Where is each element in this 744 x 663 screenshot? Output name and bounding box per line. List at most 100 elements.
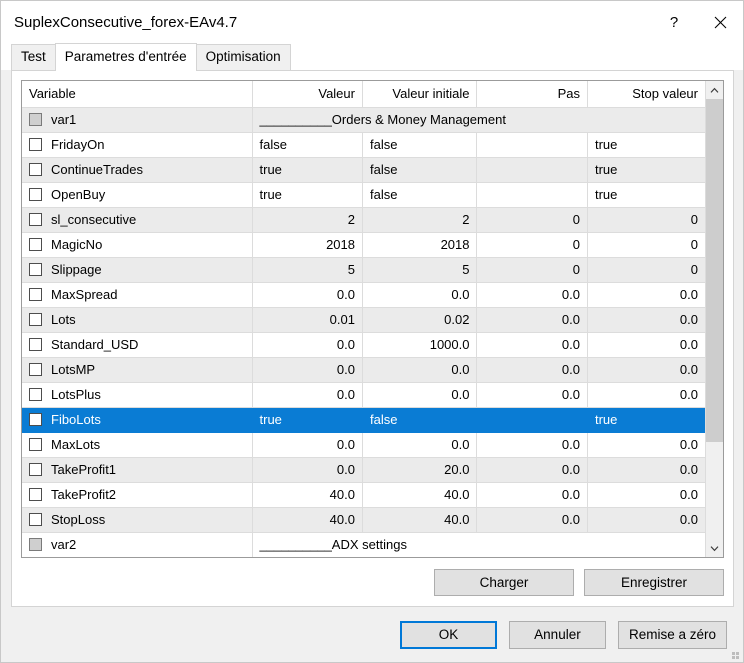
row-value-cell[interactable]: 0.0 (252, 357, 362, 382)
table-row[interactable]: MagicNo2018201800 (22, 232, 705, 257)
tab-parametres-dentree[interactable]: Parametres d'entrée (55, 43, 197, 71)
row-checkbox[interactable] (29, 113, 42, 126)
ok-button[interactable]: OK (400, 621, 497, 649)
enregistrer-button[interactable]: Enregistrer (584, 569, 724, 596)
row-initial-cell[interactable]: 0.0 (362, 432, 477, 457)
column-header-stop-valeur[interactable]: Stop valeur (587, 81, 705, 107)
column-header-pas[interactable]: Pas (477, 81, 587, 107)
row-checkbox[interactable] (29, 538, 42, 551)
row-step-cell[interactable]: 0.0 (477, 382, 587, 407)
row-checkbox[interactable] (29, 188, 42, 201)
table-row[interactable]: MaxLots0.00.00.00.0 (22, 432, 705, 457)
table-row[interactable]: Lots0.010.020.00.0 (22, 307, 705, 332)
close-icon[interactable] (697, 1, 743, 43)
row-stop-cell[interactable]: 0.0 (587, 432, 705, 457)
row-step-cell[interactable]: 0 (477, 207, 587, 232)
row-step-cell[interactable] (477, 407, 587, 432)
table-row[interactable]: StopLoss40.040.00.00.0 (22, 507, 705, 532)
row-initial-cell[interactable]: false (362, 182, 477, 207)
table-row[interactable]: LotsMP0.00.00.00.0 (22, 357, 705, 382)
row-initial-cell[interactable]: 40.0 (362, 507, 477, 532)
row-checkbox[interactable] (29, 363, 42, 376)
row-checkbox[interactable] (29, 213, 42, 226)
scrollbar-track[interactable] (706, 99, 723, 539)
row-step-cell[interactable]: 0.0 (477, 307, 587, 332)
row-stop-cell[interactable]: 0 (587, 232, 705, 257)
row-value-cell[interactable]: 0.0 (252, 332, 362, 357)
row-value-cell[interactable]: 2 (252, 207, 362, 232)
row-step-cell[interactable]: 0.0 (477, 482, 587, 507)
row-stop-cell[interactable]: 0.0 (587, 382, 705, 407)
row-stop-cell[interactable]: true (587, 157, 705, 182)
row-step-cell[interactable]: 0.0 (477, 357, 587, 382)
row-value-cell[interactable]: true (252, 157, 362, 182)
row-step-cell[interactable]: 0.0 (477, 507, 587, 532)
row-value-cell[interactable]: 0.0 (252, 432, 362, 457)
row-step-cell[interactable]: 0 (477, 257, 587, 282)
row-checkbox[interactable] (29, 463, 42, 476)
row-step-cell[interactable]: 0.0 (477, 432, 587, 457)
row-initial-cell[interactable]: 0.0 (362, 357, 477, 382)
row-checkbox[interactable] (29, 163, 42, 176)
row-stop-cell[interactable]: 0 (587, 257, 705, 282)
table-row[interactable]: ContinueTradestruefalsetrue (22, 157, 705, 182)
row-initial-cell[interactable]: 2 (362, 207, 477, 232)
row-stop-cell[interactable]: 0.0 (587, 457, 705, 482)
row-initial-cell[interactable]: 5 (362, 257, 477, 282)
row-stop-cell[interactable]: 0.0 (587, 357, 705, 382)
row-step-cell[interactable] (477, 182, 587, 207)
table-row[interactable]: var2__________ADX settings (22, 532, 705, 557)
column-header-variable[interactable]: Variable (22, 81, 252, 107)
row-initial-cell[interactable]: 1000.0 (362, 332, 477, 357)
row-value-cell[interactable]: 40.0 (252, 482, 362, 507)
row-step-cell[interactable]: 0.0 (477, 282, 587, 307)
row-value-cell[interactable]: 2018 (252, 232, 362, 257)
row-value-cell[interactable]: true (252, 407, 362, 432)
row-initial-cell[interactable]: 20.0 (362, 457, 477, 482)
row-stop-cell[interactable]: 0.0 (587, 482, 705, 507)
row-initial-cell[interactable]: false (362, 157, 477, 182)
row-value-cell[interactable]: true (252, 182, 362, 207)
row-initial-cell[interactable]: false (362, 407, 477, 432)
row-checkbox[interactable] (29, 238, 42, 251)
row-value-cell[interactable]: 5 (252, 257, 362, 282)
row-value-cell[interactable]: 0.0 (252, 382, 362, 407)
column-header-valeur-initiale[interactable]: Valeur initiale (362, 81, 477, 107)
row-initial-cell[interactable]: 0.0 (362, 282, 477, 307)
row-checkbox[interactable] (29, 513, 42, 526)
tab-test[interactable]: Test (11, 44, 56, 70)
row-step-cell[interactable]: 0.0 (477, 332, 587, 357)
table-row[interactable]: sl_consecutive2200 (22, 207, 705, 232)
row-value-cell[interactable]: false (252, 132, 362, 157)
row-initial-cell[interactable]: 2018 (362, 232, 477, 257)
table-row[interactable]: FridayOnfalsefalsetrue (22, 132, 705, 157)
help-icon[interactable]: ? (651, 1, 697, 43)
table-row[interactable]: var1__________Orders & Money Management (22, 107, 705, 132)
tab-optimisation[interactable]: Optimisation (196, 44, 291, 70)
row-stop-cell[interactable]: 0.0 (587, 332, 705, 357)
row-checkbox[interactable] (29, 313, 42, 326)
row-checkbox[interactable] (29, 288, 42, 301)
row-checkbox[interactable] (29, 438, 42, 451)
row-stop-cell[interactable]: true (587, 182, 705, 207)
row-initial-cell[interactable]: 0.02 (362, 307, 477, 332)
row-checkbox[interactable] (29, 338, 42, 351)
table-row[interactable]: Slippage5500 (22, 257, 705, 282)
row-step-cell[interactable] (477, 132, 587, 157)
row-stop-cell[interactable]: true (587, 407, 705, 432)
resize-grip-icon[interactable] (727, 647, 739, 659)
row-checkbox[interactable] (29, 488, 42, 501)
table-row[interactable]: FiboLotstruefalsetrue (22, 407, 705, 432)
table-row[interactable]: OpenBuytruefalsetrue (22, 182, 705, 207)
row-stop-cell[interactable]: 0.0 (587, 282, 705, 307)
row-step-cell[interactable]: 0 (477, 232, 587, 257)
annuler-button[interactable]: Annuler (509, 621, 606, 649)
table-row[interactable]: MaxSpread0.00.00.00.0 (22, 282, 705, 307)
row-checkbox[interactable] (29, 413, 42, 426)
column-header-valeur[interactable]: Valeur (252, 81, 362, 107)
row-value-cell[interactable]: 0.0 (252, 457, 362, 482)
table-row[interactable]: TakeProfit240.040.00.00.0 (22, 482, 705, 507)
scrollbar-thumb[interactable] (706, 99, 723, 442)
row-checkbox[interactable] (29, 263, 42, 276)
remise-a-zero-button[interactable]: Remise a zéro (618, 621, 727, 649)
